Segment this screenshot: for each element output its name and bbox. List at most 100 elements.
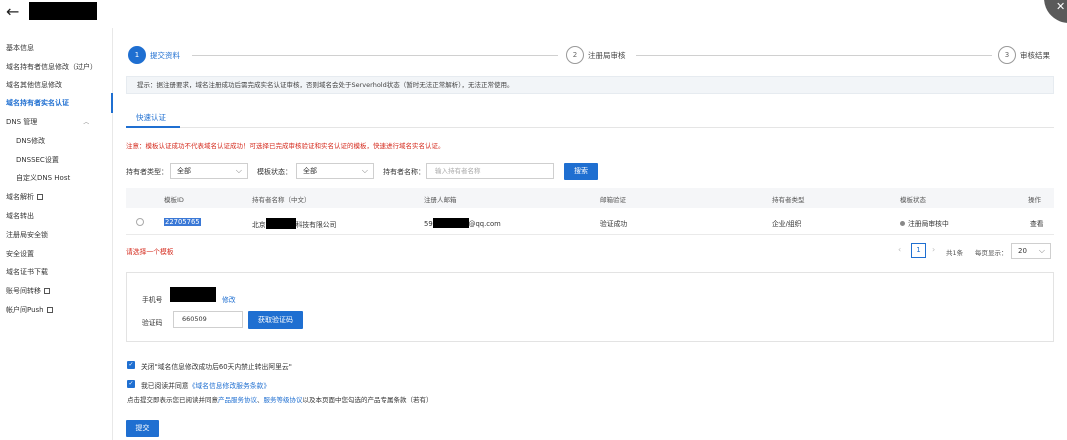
sidebar-item-holder-transfer[interactable]: 域名持有者信息修改（过户） [6,62,97,72]
step-1-circle: 1 [128,46,146,64]
step-1-label: 提交资料 [150,51,180,60]
phone-label: 手机号 [142,296,163,304]
step-connector-2 [636,55,992,56]
per-page-value: 20 [1018,247,1027,255]
step-3-label: 审核结果 [1020,51,1050,60]
notice-text: 注意：模板认证成功不代表域名认证成功！可选择已完成审核验证和实名认证的模板，快速… [126,142,445,150]
per-page-label: 每页显示： [975,249,1008,257]
sidebar-item-real-name-auth[interactable]: 域名持有者实名认证 [6,98,69,108]
status-text: 注册局审核中 [908,220,949,228]
get-code-button[interactable]: 获取验证码 [248,311,303,329]
tab-quick-auth[interactable]: 快速认证 [136,112,166,123]
statement-prefix: 点击提交即表示您已阅读并同意 [127,396,218,404]
sidebar-item-dns-modify[interactable]: DNS修改 [16,136,45,146]
total-count: 共1条 [946,249,964,257]
sla-link[interactable]: 服务等级协议 [264,396,303,404]
sidebar-item-label: 帐户间Push [6,306,44,314]
sidebar-group-dns[interactable]: DNS 管理 ︿ [6,117,89,128]
col-holder-name: 持有者名称（中文） [252,196,311,204]
row-select-radio[interactable] [136,218,144,226]
back-arrow-icon[interactable]: ← [6,2,19,22]
sidebar-group-dns-label: DNS 管理 [6,118,38,126]
search-button[interactable]: 搜索 [564,163,598,180]
cell-email-verify: 验证成功 [600,220,628,228]
sidebar-item-registry-lock[interactable]: 注册局安全锁 [6,230,48,240]
external-link-icon [44,288,50,294]
close-transfer-lock-checkbox[interactable]: ✓ [127,361,135,369]
holder-type-label: 持有者类型： [126,168,168,176]
external-link-icon [46,307,53,313]
col-template-id: 模板ID [164,196,184,204]
agree-prefix: 我已阅读并同意 [141,382,189,390]
select-template-warning: 请选择一个模板 [126,248,174,256]
redacted-holder-name [265,218,296,229]
sidebar-item-other-info[interactable]: 域名其他信息修改 [6,80,62,90]
agree-terms-label: 我已阅读并同意《域名信息修改服务条款》 [141,380,270,390]
col-template-status: 模板状态 [900,196,926,204]
cell-holder-name: 北京 科技有限公司 [252,218,336,229]
holder-name-input[interactable]: 输入持有者名称 [426,163,554,179]
sidebar-item-dnssec[interactable]: DNSSEC设置 [16,155,59,165]
step-3-circle: 3 [998,46,1016,64]
view-link[interactable]: 查看 [1030,218,1044,228]
next-page-icon[interactable]: › [932,245,935,254]
sidebar-divider [112,28,113,440]
col-email-verify: 邮箱验证 [600,196,626,204]
chevron-down-icon: ⌵ [361,166,368,175]
holder-name-prefix: 北京 [252,221,266,229]
step-connector-1 [192,55,558,56]
close-transfer-lock-label: 关闭"域名信息修改成功后60天内禁止转出阿里云" [141,363,292,371]
redacted-email [432,218,469,228]
col-registrant-email: 注册人邮箱 [424,196,457,204]
sidebar-active-indicator [111,93,113,113]
sidebar-item-account-transfer[interactable]: 账号间转移 [6,286,50,296]
sidebar-item-dns-resolve[interactable]: 域名解析 [6,192,43,202]
redacted-phone-number [170,287,216,302]
cell-holder-type: 企业/组织 [772,220,802,228]
verify-panel [126,272,1054,342]
holder-name-suffix: 科技有限公司 [295,221,337,229]
sidebar-item-account-push[interactable]: 帐户间Push [6,305,53,315]
sidebar-item-transfer-out[interactable]: 域名转出 [6,211,34,221]
modify-phone-link[interactable]: 修改 [222,294,236,304]
close-icon[interactable]: ✕ [1056,0,1065,13]
holder-type-select[interactable]: 全部 ⌵ [170,163,248,179]
sidebar-item-cert-download[interactable]: 域名证书下载 [6,267,48,277]
submit-button[interactable]: 提交 [126,420,159,437]
template-status-value: 全部 [303,167,317,175]
row-divider [126,234,1054,235]
tab-bar-line [126,127,1054,128]
email-prefix: 59 [424,220,433,228]
statement-suffix: 以及本页面中您勾选的产品专属条款（若有） [302,396,433,404]
tip-banner: 提示：据注册要求，域名注册成功后需完成实名认证审核，否则域名会处于Serverh… [126,76,1054,94]
cell-template-status: 注册局审核中 [900,218,949,228]
terms-link[interactable]: 《域名信息修改服务条款》 [189,382,271,390]
col-action: 操作 [1028,196,1041,204]
status-dot-icon [900,221,905,226]
sidebar-item-label: 域名解析 [6,193,34,201]
submit-statement: 点击提交即表示您已阅读并同意产品服务协议、服务等级协议以及本页面中您勾选的产品专… [127,394,433,404]
template-status-label: 模板状态： [257,168,292,176]
code-input[interactable]: 660509 [173,311,243,328]
sidebar-item-basic-info[interactable]: 基本信息 [6,43,34,53]
agree-terms-checkbox[interactable]: ✓ [127,380,135,388]
sidebar-item-custom-dns-host[interactable]: 自定义DNS Host [16,173,70,183]
step-2-circle: 2 [566,46,584,64]
sidebar-item-security[interactable]: 安全设置 [6,249,34,259]
email-suffix: @qq.com [468,220,501,228]
cell-template-id[interactable]: 22705765 [164,218,201,226]
service-agreement-link[interactable]: 产品服务协议 [218,396,257,404]
template-id-value: 22705765 [164,218,201,226]
chevron-down-icon: ⌵ [1038,246,1045,255]
prev-page-icon[interactable]: ‹ [898,245,901,254]
sidebar-item-label: 账号间转移 [6,287,41,295]
external-link-icon [37,194,43,200]
page-1-button[interactable]: 1 [911,243,926,258]
tab-active-underline [126,126,180,128]
step-2-label: 注册局审核 [588,51,626,60]
redacted-domain-title [29,2,97,20]
template-status-select[interactable]: 全部 ⌵ [296,163,374,179]
per-page-select[interactable]: 20 ⌵ [1011,243,1051,259]
holder-name-label: 持有者名称： [383,168,425,176]
col-holder-type: 持有者类型 [772,196,805,204]
